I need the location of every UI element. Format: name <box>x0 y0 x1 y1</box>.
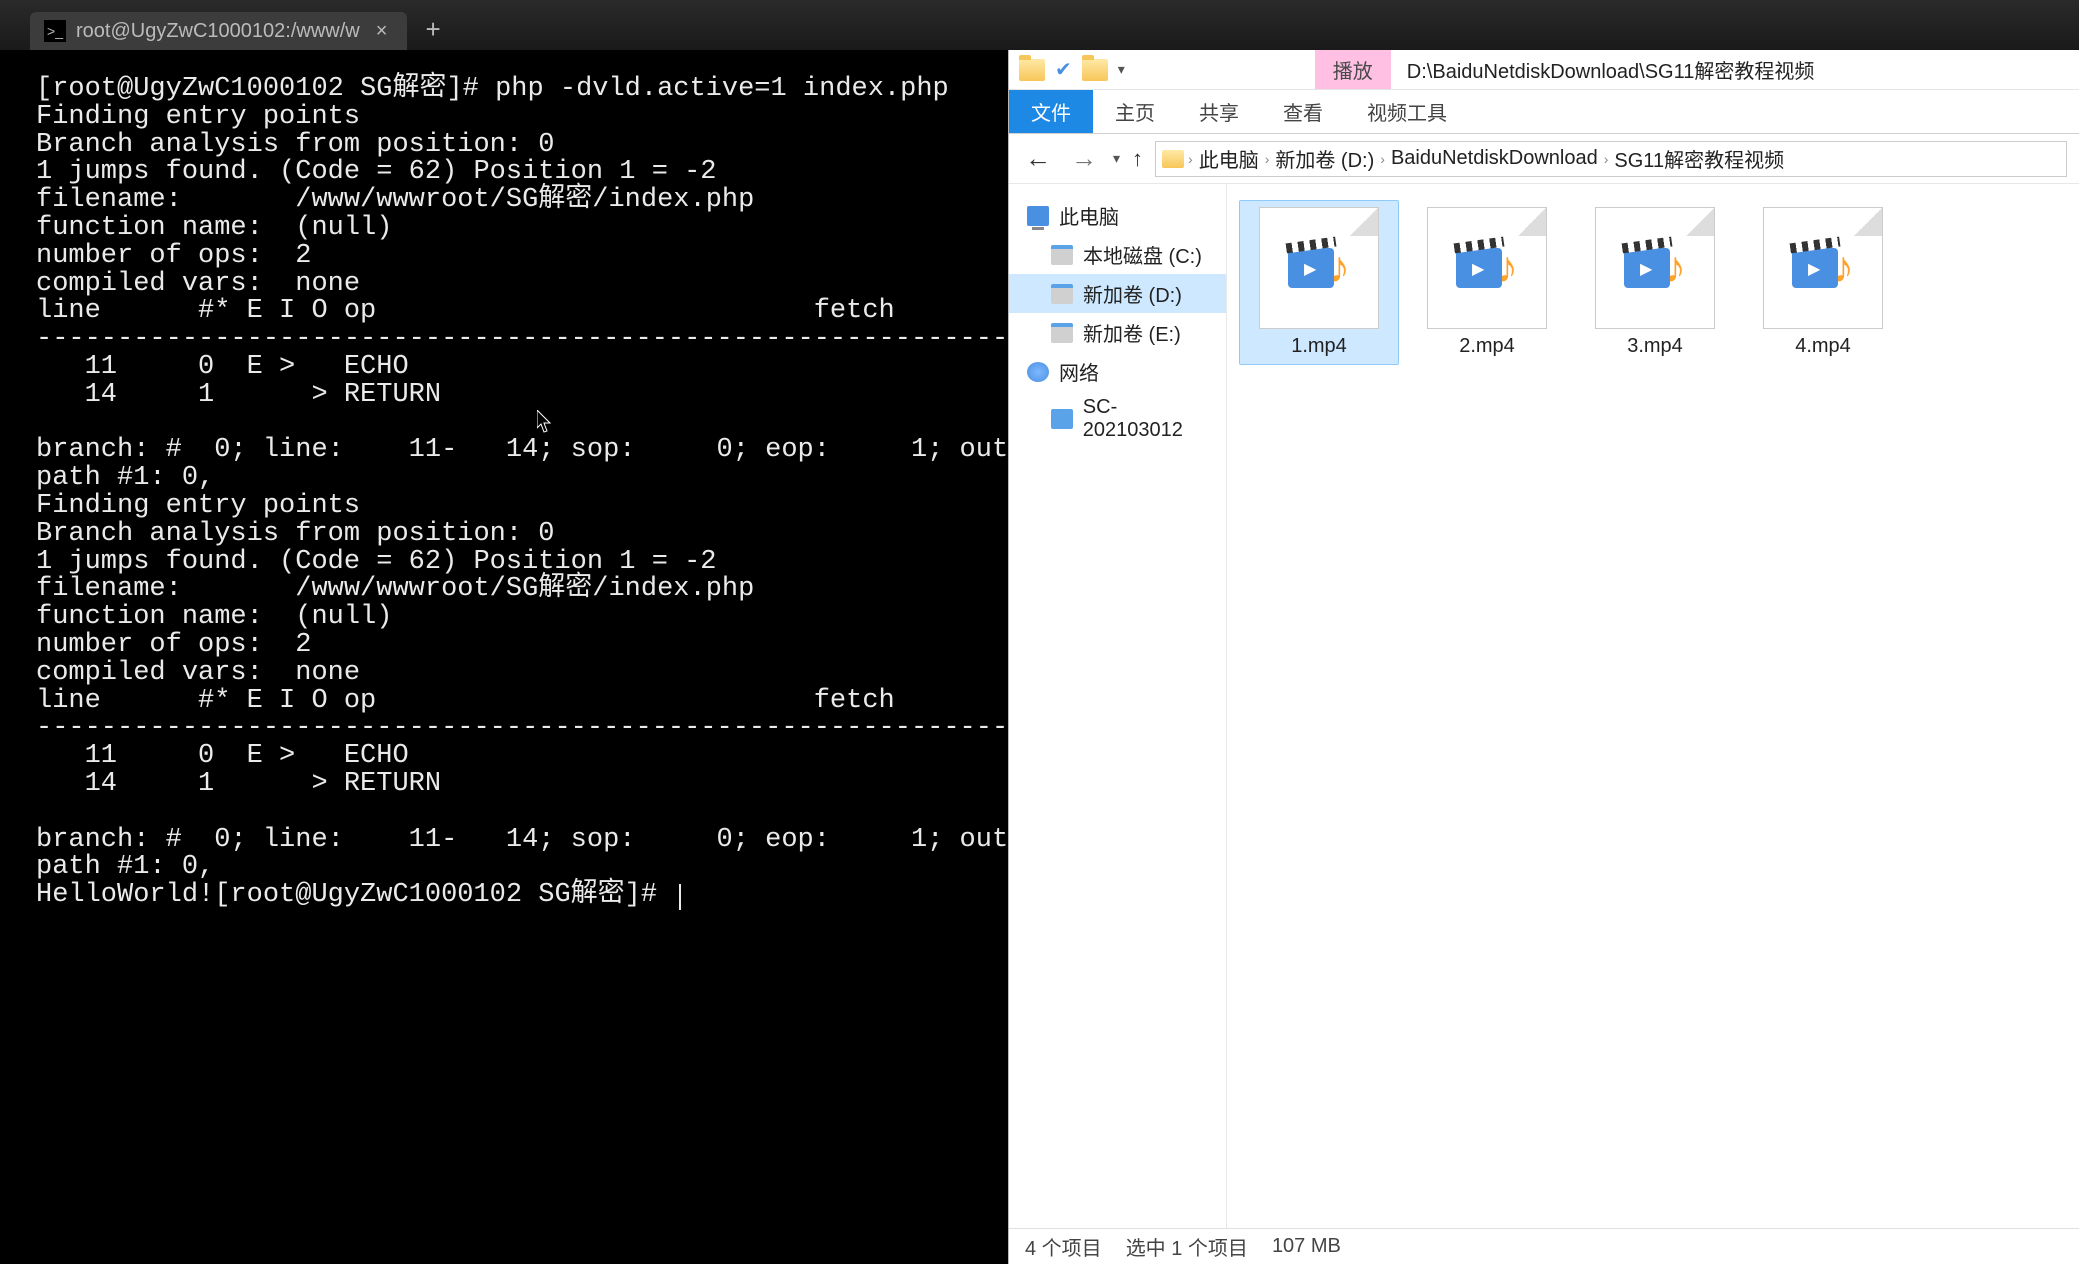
qat-dropdown-icon[interactable]: ▾ <box>1118 61 1125 78</box>
sidebar-label: 新加卷 (D:) <box>1083 279 1182 308</box>
breadcrumb-this-pc[interactable]: 此电脑 <box>1197 144 1261 173</box>
file-item[interactable]: ♪ 1.mp4 <box>1239 200 1399 365</box>
navigation-bar: ← → ▾ ↑ › 此电脑 › 新加卷 (D:) › BaiduNetdiskD… <box>1009 134 2079 184</box>
file-item[interactable]: ♪ 4.mp4 <box>1743 200 1903 365</box>
drive-icon <box>1051 284 1073 304</box>
file-item[interactable]: ♪ 3.mp4 <box>1575 200 1735 365</box>
folder-icon[interactable] <box>1019 59 1045 81</box>
new-tab-button[interactable]: + <box>407 14 458 45</box>
ribbon-tab-video-tools[interactable]: 视频工具 <box>1345 90 1469 133</box>
window-tab-bar: >_ root@UgyZwC1000102:/www/w × + <box>0 0 2079 50</box>
sidebar-label: 此电脑 <box>1059 201 1119 230</box>
breadcrumb-folder[interactable]: BaiduNetdiskDownload <box>1389 147 1600 170</box>
ribbon-tab-share[interactable]: 共享 <box>1177 90 1261 133</box>
explorer-content: 此电脑 本地磁盘 (C:) 新加卷 (D:) 新加卷 (E:) 网络 SC-20… <box>1009 184 2079 1228</box>
computer-icon <box>1027 206 1049 226</box>
nav-history-dropdown[interactable]: ▾ <box>1113 150 1120 167</box>
sidebar-label: 本地磁盘 (C:) <box>1083 240 1202 269</box>
chevron-right-icon[interactable]: › <box>1380 151 1385 167</box>
nav-forward-button[interactable]: → <box>1067 143 1101 174</box>
video-file-icon: ♪ <box>1427 207 1547 329</box>
status-item-count: 4 个项目 <box>1025 1232 1102 1261</box>
status-size: 107 MB <box>1272 1235 1341 1258</box>
chevron-right-icon[interactable]: › <box>1188 151 1193 167</box>
mouse-pointer-icon <box>537 410 553 434</box>
video-file-icon: ♪ <box>1259 207 1379 329</box>
video-file-icon: ♪ <box>1763 207 1883 329</box>
sidebar-this-pc[interactable]: 此电脑 <box>1009 196 1226 235</box>
address-bar[interactable]: › 此电脑 › 新加卷 (D:) › BaiduNetdiskDownload … <box>1155 141 2067 177</box>
status-selected-count: 选中 1 个项目 <box>1126 1232 1248 1261</box>
computer-icon <box>1051 409 1073 429</box>
file-name-label: 4.mp4 <box>1750 335 1896 358</box>
checkmark-icon[interactable]: ✔ <box>1055 57 1072 82</box>
chevron-right-icon[interactable]: › <box>1265 151 1270 167</box>
file-name-label: 3.mp4 <box>1582 335 1728 358</box>
file-name-label: 2.mp4 <box>1414 335 1560 358</box>
nav-up-button[interactable]: ↑ <box>1132 146 1143 172</box>
terminal-pane[interactable]: [root@UgyZwC1000102 SG解密]# php -dvld.act… <box>28 50 1008 1264</box>
ribbon-tabs: 文件 主页 共享 查看 视频工具 <box>1009 90 2079 134</box>
navigation-pane: 此电脑 本地磁盘 (C:) 新加卷 (D:) 新加卷 (E:) 网络 SC-20… <box>1009 184 1227 1228</box>
folder-icon[interactable] <box>1082 59 1108 81</box>
terminal-output: [root@UgyZwC1000102 SG解密]# php -dvld.act… <box>36 74 1008 910</box>
network-icon <box>1027 362 1049 382</box>
sidebar-drive-d[interactable]: 新加卷 (D:) <box>1009 274 1226 313</box>
sidebar-label: SC-202103012 <box>1083 396 1216 442</box>
terminal-cursor <box>679 884 681 910</box>
file-item[interactable]: ♪ 2.mp4 <box>1407 200 1567 365</box>
sidebar-drive-e[interactable]: 新加卷 (E:) <box>1009 313 1226 352</box>
video-file-icon: ♪ <box>1595 207 1715 329</box>
sidebar-drive-c[interactable]: 本地磁盘 (C:) <box>1009 235 1226 274</box>
ribbon-tab-home[interactable]: 主页 <box>1093 90 1177 133</box>
window-title-path: D:\BaiduNetdiskDownload\SG11解密教程视频 <box>1391 50 1831 89</box>
ribbon-context-label: 播放 <box>1315 50 1391 89</box>
sidebar-computer-node[interactable]: SC-202103012 <box>1009 391 1226 447</box>
quick-access-toolbar: ✔ ▾ <box>1009 50 1135 89</box>
breadcrumb-current[interactable]: SG11解密教程视频 <box>1612 144 1786 173</box>
drive-icon <box>1051 245 1073 265</box>
sidebar-label: 网络 <box>1059 357 1099 386</box>
chevron-right-icon[interactable]: › <box>1604 151 1609 167</box>
tab-title: root@UgyZwC1000102:/www/w <box>76 20 360 43</box>
sidebar-label: 新加卷 (E:) <box>1083 318 1181 347</box>
ribbon-tab-file[interactable]: 文件 <box>1009 90 1093 133</box>
nav-back-button[interactable]: ← <box>1021 143 1055 174</box>
file-explorer-window: ✔ ▾ 播放 D:\BaiduNetdiskDownload\SG11解密教程视… <box>1008 50 2079 1264</box>
status-bar: 4 个项目 选中 1 个项目 107 MB <box>1009 1228 2079 1264</box>
drive-icon <box>1051 323 1073 343</box>
breadcrumb-drive-d[interactable]: 新加卷 (D:) <box>1273 144 1376 173</box>
file-name-label: 1.mp4 <box>1246 335 1392 358</box>
terminal-icon: >_ <box>44 20 66 42</box>
tab-close-button[interactable]: × <box>370 20 394 43</box>
sidebar-network[interactable]: 网络 <box>1009 352 1226 391</box>
folder-icon <box>1162 150 1184 168</box>
file-list[interactable]: ♪ 1.mp4 ♪ 2.mp4 ♪ 3.mp4 ♪ 4.mp4 <box>1227 184 2079 1228</box>
terminal-tab[interactable]: >_ root@UgyZwC1000102:/www/w × <box>30 12 407 50</box>
explorer-titlebar: ✔ ▾ 播放 D:\BaiduNetdiskDownload\SG11解密教程视… <box>1009 50 2079 90</box>
ribbon-tab-view[interactable]: 查看 <box>1261 90 1345 133</box>
